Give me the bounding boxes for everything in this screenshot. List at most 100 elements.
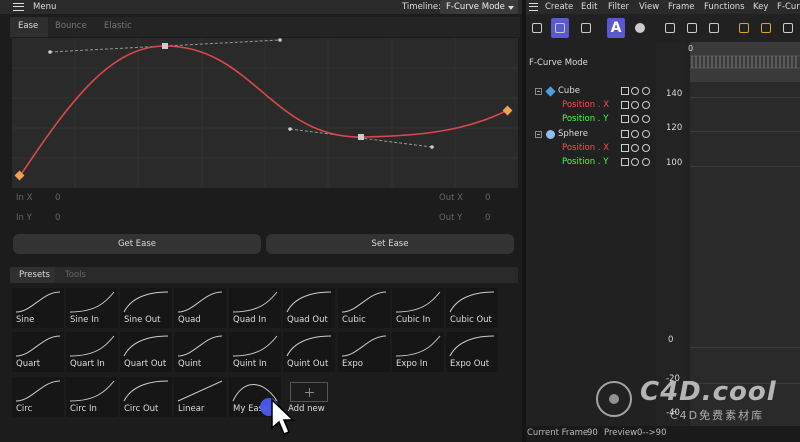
- preset-item[interactable]: Quart Out: [120, 332, 172, 372]
- in-y-field[interactable]: 0: [55, 213, 60, 223]
- menu-functions[interactable]: Functions: [704, 2, 745, 12]
- tangent-handle[interactable]: [278, 38, 282, 42]
- preset-label: Expo Out: [450, 359, 490, 369]
- tab-presets[interactable]: Presets: [19, 270, 50, 280]
- tab-bounce[interactable]: Bounce: [55, 21, 87, 31]
- solo-icon[interactable]: [642, 87, 650, 95]
- eye-icon[interactable]: [631, 130, 639, 138]
- tab-elastic[interactable]: Elastic: [104, 21, 132, 31]
- add-key-button[interactable]: [735, 18, 753, 38]
- preset-item[interactable]: Circ Out: [120, 377, 172, 417]
- preset-item[interactable]: Expo: [338, 332, 390, 372]
- tangent-handle[interactable]: [288, 127, 292, 131]
- preset-item[interactable]: Sine In: [66, 288, 118, 328]
- tree-object-label[interactable]: Sphere: [558, 129, 588, 139]
- tab-ease[interactable]: Ease: [18, 21, 38, 31]
- collapse-toggle-icon[interactable]: [535, 131, 542, 138]
- preset-item[interactable]: Expo In: [392, 332, 444, 372]
- menu-frame[interactable]: Frame: [668, 2, 694, 12]
- eye-icon[interactable]: [631, 87, 639, 95]
- tangent-handle[interactable]: [48, 50, 52, 54]
- out-x-label: Out X: [439, 193, 463, 203]
- preset-item[interactable]: Quint In: [229, 332, 281, 372]
- edit-icon[interactable]: [621, 158, 629, 166]
- solo-icon[interactable]: [642, 130, 650, 138]
- in-x-field[interactable]: 0: [55, 193, 60, 203]
- solo-icon[interactable]: [642, 115, 650, 123]
- curve-key-point[interactable]: [358, 134, 364, 140]
- frame-selected-button[interactable]: [683, 18, 701, 38]
- tree-object-label[interactable]: Cube: [558, 86, 580, 96]
- preset-item[interactable]: Quart In: [66, 332, 118, 372]
- out-x-field[interactable]: 0: [485, 193, 490, 203]
- solo-icon[interactable]: [642, 158, 650, 166]
- menu-create[interactable]: Create: [545, 2, 573, 12]
- out-y-field[interactable]: 0: [485, 213, 490, 223]
- solo-icon[interactable]: [642, 144, 650, 152]
- ease-curve-editor[interactable]: [12, 38, 518, 188]
- collapse-toggle-icon[interactable]: [535, 88, 542, 95]
- preset-item[interactable]: Quad: [174, 288, 226, 328]
- preset-item[interactable]: Quint: [174, 332, 226, 372]
- sphere-filter-button[interactable]: [629, 18, 647, 38]
- edit-icon[interactable]: [621, 115, 629, 123]
- preset-item[interactable]: Circ In: [66, 377, 118, 417]
- preset-item[interactable]: Quint Out: [283, 332, 335, 372]
- menu-edit[interactable]: Edit: [581, 2, 597, 12]
- preset-curve-icon: [123, 380, 169, 402]
- preset-item[interactable]: Cubic: [338, 288, 390, 328]
- eye-icon[interactable]: [631, 101, 639, 109]
- edit-icon[interactable]: [621, 101, 629, 109]
- menu-label[interactable]: Menu: [33, 2, 56, 12]
- get-ease-button[interactable]: Get Ease: [13, 234, 261, 254]
- tree-track-label[interactable]: Position . Y: [562, 114, 608, 124]
- curve-end-point[interactable]: [502, 105, 513, 116]
- tree-track-label[interactable]: Position . Y: [562, 157, 608, 167]
- eye-icon[interactable]: [631, 115, 639, 123]
- preset-item[interactable]: Cubic In: [392, 288, 444, 328]
- preset-item[interactable]: Quart: [12, 332, 64, 372]
- set-ease-button[interactable]: Set Ease: [266, 234, 514, 254]
- fcurve-graph[interactable]: [690, 82, 800, 426]
- preset-item[interactable]: Sine Out: [120, 288, 172, 328]
- hamburger-menu-icon[interactable]: [13, 3, 24, 11]
- menu-key[interactable]: Key: [753, 2, 768, 12]
- motion-mode-button[interactable]: [577, 18, 595, 38]
- frame-preview-button[interactable]: [705, 18, 723, 38]
- curve-key-point[interactable]: [162, 43, 168, 49]
- ease-curve-graph[interactable]: [12, 38, 518, 188]
- status-bar: Current Frame 90 Preview 0-->90: [526, 426, 800, 442]
- preset-item[interactable]: Circ: [12, 377, 64, 417]
- preset-item[interactable]: Quad Out: [283, 288, 335, 328]
- menu-filter[interactable]: Filter: [608, 2, 629, 12]
- menu-fcurve[interactable]: F-Cur: [777, 2, 800, 12]
- solo-icon[interactable]: [642, 101, 650, 109]
- frame-all-button[interactable]: [661, 18, 679, 38]
- preset-item[interactable]: Sine: [12, 288, 64, 328]
- menu-view[interactable]: View: [639, 2, 659, 12]
- edit-icon[interactable]: [621, 144, 629, 152]
- edit-icon[interactable]: [621, 130, 629, 138]
- preset-item[interactable]: Cubic Out: [446, 288, 498, 328]
- delete-key-button[interactable]: [779, 18, 797, 38]
- eye-icon[interactable]: [631, 158, 639, 166]
- preset-label: Sine: [16, 315, 35, 325]
- preset-item[interactable]: Linear: [174, 377, 226, 417]
- animated-filter-button[interactable]: A: [607, 18, 625, 38]
- tree-track-label[interactable]: Position . X: [562, 100, 609, 110]
- timeline-ruler[interactable]: [690, 42, 800, 82]
- preset-label: Circ: [16, 404, 33, 414]
- tree-track-label[interactable]: Position . X: [562, 143, 609, 153]
- hamburger-menu-icon[interactable]: [529, 3, 538, 11]
- dopesheet-mode-button[interactable]: [528, 18, 546, 38]
- preset-curve-icon: [341, 291, 387, 313]
- add-point-button[interactable]: [757, 18, 775, 38]
- tab-tools[interactable]: Tools: [65, 270, 86, 280]
- preset-item[interactable]: Quad In: [229, 288, 281, 328]
- eye-icon[interactable]: [631, 144, 639, 152]
- tangent-handle[interactable]: [430, 145, 434, 149]
- fcurve-mode-button[interactable]: [551, 18, 569, 38]
- preset-item[interactable]: Expo Out: [446, 332, 498, 372]
- timeline-mode-select[interactable]: F-Curve Mode: [440, 0, 518, 14]
- edit-icon[interactable]: [621, 87, 629, 95]
